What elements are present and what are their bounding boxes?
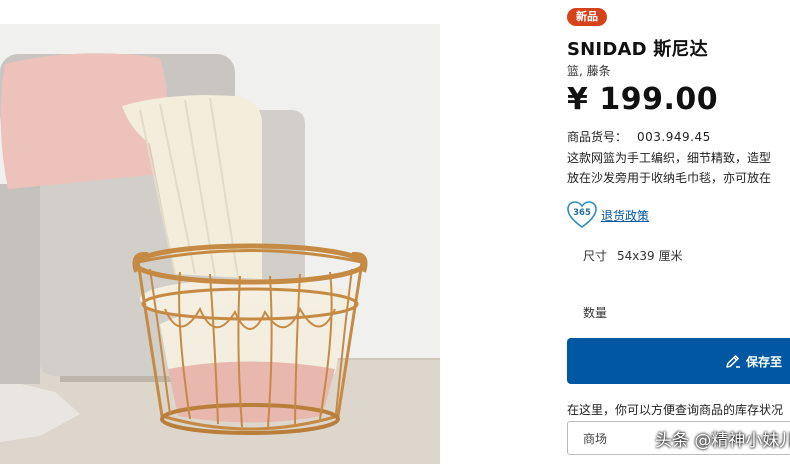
sku-row: 商品货号： 003.949.45 [567, 128, 711, 145]
edit-icon [726, 355, 740, 368]
returns-policy-link[interactable]: 退货政策 [601, 207, 649, 224]
product-title: SNIDAD 斯尼达 [567, 39, 708, 60]
product-price: ¥ 199.00 [567, 82, 719, 117]
product-photo-illustration [0, 24, 440, 464]
product-description: 这款网篮为手工编织，细节精致，造型 放在沙发旁用于收纳毛巾毯，亦可放在 [567, 148, 790, 188]
returns-badge-text: 365 [573, 208, 591, 218]
description-line: 放在沙发旁用于收纳毛巾毯，亦可放在 [567, 171, 772, 185]
size-row: 尺寸 54x39 厘米 [583, 247, 682, 264]
product-subtitle: 篮, 藤条 [567, 64, 611, 78]
store-selector-placeholder: 商场 [583, 431, 608, 446]
size-label: 尺寸 [583, 249, 608, 263]
sku-value: 003.949.45 [637, 130, 711, 144]
stock-check-note: 在这里，你可以方便查询商品的库存状况 [567, 403, 784, 417]
new-badge: 新品 [567, 8, 607, 26]
sku-label: 商品货号： [567, 130, 628, 144]
product-image [0, 24, 440, 464]
returns-365-icon: 365 [567, 201, 597, 228]
quantity-label: 数量 [583, 306, 608, 320]
description-line: 这款网篮为手工编织，细节精致，造型 [567, 151, 772, 165]
returns-row: 365 退货政策 [567, 200, 649, 230]
watermark: 头条 @精神小妹儿 [655, 431, 790, 451]
save-to-list-button[interactable]: 保存至 [567, 338, 790, 384]
size-value: 54x39 厘米 [617, 249, 683, 263]
save-button-label: 保存至 [746, 354, 783, 369]
product-info-panel: 新品 SNIDAD 斯尼达 篮, 藤条 ¥ 199.00 商品货号： 003.94… [567, 0, 790, 464]
